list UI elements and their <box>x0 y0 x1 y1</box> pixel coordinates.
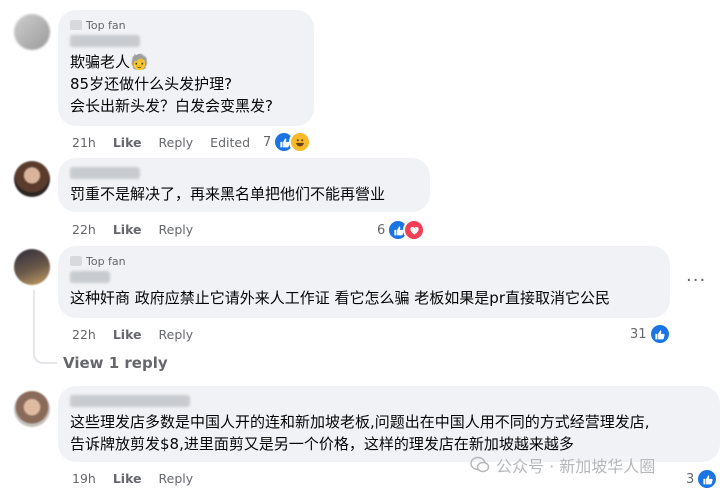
badge-label: Top fan <box>86 254 126 268</box>
author-name[interactable] <box>70 271 110 283</box>
comment-text: 欺骗老人🧓 85岁还做什么头发护理? 会长出新头发？白发会变黑发? <box>70 53 273 115</box>
like-icon <box>648 323 671 345</box>
comment-text: 这种奸商 政府应禁止它请外来人工作证 看它怎么骗 老板如果是pr直接取消它公民 <box>70 289 610 307</box>
comment-actions: 22h Like Reply <box>72 222 210 237</box>
timestamp[interactable]: 19h <box>72 471 96 486</box>
timestamp[interactable]: 21h <box>72 135 96 150</box>
comment-bubble: 罚重不是解决了，再来黑名单把他们不能再營业 <box>58 158 430 212</box>
avatar[interactable] <box>14 391 50 427</box>
comment-bubble: Top fan 欺骗老人🧓 85岁还做什么头发护理? 会长出新头发？白发会变黑发… <box>58 10 314 126</box>
reaction-count: 7 <box>263 134 272 150</box>
reply-button[interactable]: Reply <box>159 327 194 342</box>
reaction-summary[interactable]: 3 <box>686 468 719 490</box>
like-button[interactable]: Like <box>113 135 142 150</box>
badge-icon <box>70 20 82 30</box>
badge-label: Top fan <box>86 18 126 32</box>
watermark-text: 公众号 · 新加坡华人圈 <box>496 457 656 476</box>
reaction-summary[interactable]: 31 <box>630 323 671 345</box>
like-icon <box>696 468 719 490</box>
author-name[interactable] <box>70 395 190 407</box>
thread-line <box>33 290 35 350</box>
author-name[interactable] <box>70 167 140 179</box>
like-button[interactable]: Like <box>113 471 142 486</box>
comment-actions: 21h Like Reply Edited <box>72 135 267 150</box>
reply-button[interactable]: Reply <box>159 135 194 150</box>
comment-actions: 19h Like Reply <box>72 471 210 486</box>
avatar[interactable] <box>14 161 50 197</box>
view-replies-link[interactable]: View 1 reply <box>63 354 168 372</box>
top-fan-badge: Top fan <box>70 18 302 32</box>
reaction-summary[interactable]: 6 <box>377 219 426 241</box>
author-name[interactable] <box>70 35 140 47</box>
reaction-summary[interactable]: 7 <box>263 131 312 153</box>
like-button[interactable]: Like <box>113 222 142 237</box>
timestamp[interactable]: 22h <box>72 222 96 237</box>
watermark: 公众号 · 新加坡华人圈 <box>470 453 655 477</box>
comment-text: 这些理发店多数是中国人开的连和新加坡老板,问题出在中国人用不同的方式经营理发店,… <box>70 413 650 453</box>
reply-button[interactable]: Reply <box>159 222 194 237</box>
timestamp[interactable]: 22h <box>72 327 96 342</box>
wechat-icon <box>470 456 490 473</box>
avatar[interactable] <box>14 249 50 285</box>
comment-actions: 22h Like Reply <box>72 327 210 342</box>
like-button[interactable]: Like <box>113 327 142 342</box>
comment-bubble: 这些理发店多数是中国人开的连和新加坡老板,问题出在中国人用不同的方式经营理发店,… <box>58 386 720 462</box>
comment-bubble: Top fan 这种奸商 政府应禁止它请外来人工作证 看它怎么骗 老板如果是pr… <box>58 246 670 318</box>
more-options-icon[interactable]: ··· <box>686 270 706 291</box>
reaction-count: 3 <box>686 471 695 487</box>
reaction-count: 31 <box>630 326 647 342</box>
reaction-count: 6 <box>377 222 386 238</box>
comment-text: 罚重不是解决了，再来黑名单把他们不能再營业 <box>70 185 386 203</box>
edited-label: Edited <box>210 135 251 150</box>
badge-icon <box>70 256 82 266</box>
reply-button[interactable]: Reply <box>159 471 194 486</box>
avatar[interactable] <box>14 14 50 50</box>
heart-icon <box>403 219 426 241</box>
top-fan-badge: Top fan <box>70 254 658 268</box>
haha-icon <box>289 131 312 153</box>
thread-line <box>33 350 57 364</box>
